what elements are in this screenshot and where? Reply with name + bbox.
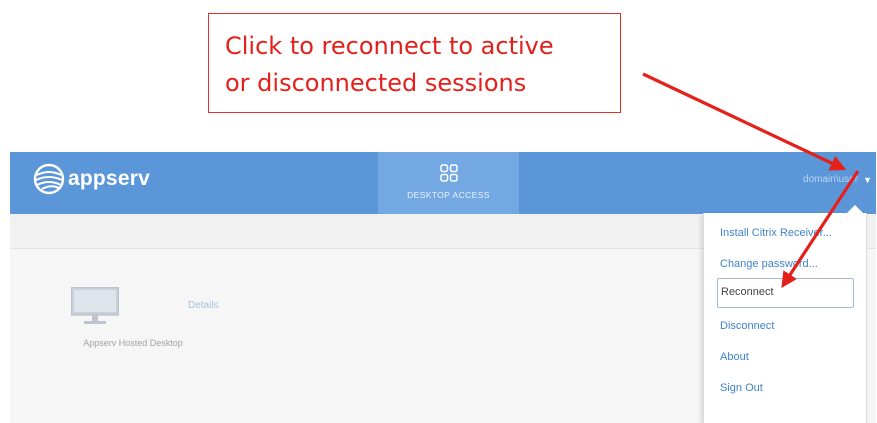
tab-desktop-access-label: DESKTOP ACCESS — [407, 190, 490, 200]
callout-line-1: Click to reconnect to active — [225, 32, 554, 60]
menu-item-disconnect[interactable]: Disconnect — [720, 320, 774, 332]
desktop-name: Appserv Hosted Desktop — [83, 338, 183, 348]
annotation-callout: Click to reconnect to active or disconne… — [208, 13, 621, 113]
menu-item-change-password[interactable]: Change password... — [720, 258, 818, 270]
globe-icon — [33, 163, 65, 195]
user-menu-button[interactable]: domain\user ▼ — [803, 174, 872, 185]
menu-item-about[interactable]: About — [720, 351, 749, 363]
chevron-down-icon: ▼ — [863, 174, 872, 185]
user-dropdown-menu: Install Citrix Receiver... Change passwo… — [703, 205, 867, 423]
menu-item-reconnect[interactable]: Reconnect — [717, 278, 854, 308]
callout-line-2: or disconnected sessions — [225, 69, 527, 97]
monitor-icon — [71, 287, 119, 324]
logo-text: appserv — [68, 167, 150, 190]
menu-item-install-citrix-receiver[interactable]: Install Citrix Receiver... — [720, 227, 832, 239]
user-name: domain\user — [803, 174, 859, 185]
details-link[interactable]: Details — [188, 300, 219, 311]
app-header: appserv DESKTOP ACCESS domain\user ▼ — [10, 152, 876, 214]
menu-item-sign-out[interactable]: Sign Out — [720, 382, 763, 394]
appserv-logo[interactable]: appserv — [33, 163, 150, 195]
grid-icon — [439, 164, 458, 182]
tab-desktop-access[interactable]: DESKTOP ACCESS — [378, 152, 519, 214]
dropdown-pointer — [847, 205, 863, 213]
